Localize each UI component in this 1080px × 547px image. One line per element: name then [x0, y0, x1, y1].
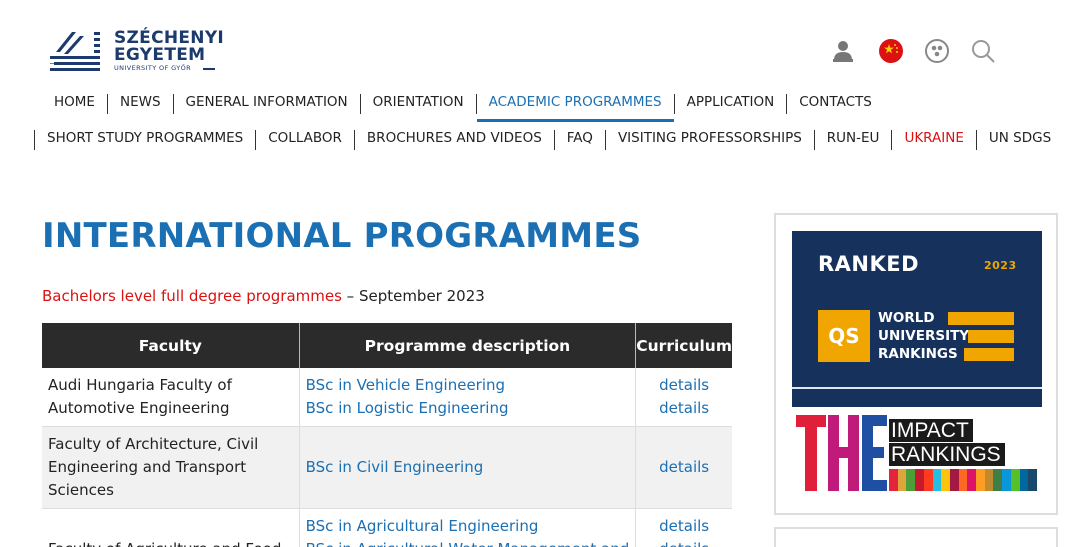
qs-year: 2023 [984, 259, 1017, 272]
nav-un-sdgs[interactable]: UN SDGS [975, 130, 1063, 150]
bachelors-programmes-link[interactable]: Bachelors level full degree programmes [42, 287, 342, 305]
logo-mark-icon [50, 32, 100, 71]
logo-wordmark: SZÉCHENYI EGYETEM [114, 30, 224, 64]
table-row: Faculty of Agriculture and Food BSc in A… [42, 508, 732, 547]
table-row: Faculty of Architecture, Civil Engineeri… [42, 426, 732, 509]
qs-line-rankings: RANKINGS [878, 346, 958, 362]
programme-link[interactable]: BSc in Agricultural Water Management and [306, 538, 630, 547]
secondary-nav: SHORT STUDY PROGRAMMES COLLABOR BROCHURE… [34, 130, 1063, 150]
details-link[interactable]: details [642, 538, 726, 547]
logo-line2: EGYETEM [114, 45, 206, 65]
programme-subtitle: Bachelors level full degree programmes –… [42, 287, 485, 305]
faculty-cell: Faculty of Architecture, Civil Engineeri… [42, 426, 300, 509]
details-link[interactable]: details [642, 456, 726, 479]
programme-cell: BSc in Vehicle Engineering BSc in Logist… [299, 368, 637, 427]
qs-ranked-label: RANKED [818, 252, 920, 276]
nav-general-information[interactable]: GENERAL INFORMATION [172, 94, 360, 114]
sdg-color-strip [889, 469, 1037, 491]
the-impact-label: IMPACT [889, 419, 973, 442]
page-title: INTERNATIONAL PROGRAMMES [42, 216, 642, 256]
nav-home[interactable]: HOME [42, 94, 107, 114]
rankings-sidebar: RANKED 2023 QS WORLD UNIVERSITY RANKINGS… [774, 213, 1058, 515]
nav-short-study-programmes[interactable]: SHORT STUDY PROGRAMMES [34, 130, 255, 150]
details-link[interactable]: details [642, 397, 726, 420]
the-impact-rankings-badge[interactable]: IMPACT RANKINGS [796, 413, 1040, 499]
university-logo[interactable]: SZÉCHENYI EGYETEM UNIVERSITY OF GYŐR [50, 28, 240, 76]
chinese-flag-icon[interactable] [878, 38, 904, 64]
the-rankings-label: RANKINGS [889, 443, 1005, 466]
programme-cell: BSc in Agricultural Engineering BSc in A… [299, 508, 637, 547]
qs-logo: QS [818, 310, 870, 362]
faculty-cell: Faculty of Agriculture and Food [42, 508, 300, 547]
programme-link[interactable]: BSc in Civil Engineering [306, 456, 630, 479]
details-link[interactable]: details [642, 515, 726, 538]
qs-bar-2 [968, 330, 1014, 343]
header-faculty: Faculty [42, 323, 300, 368]
the-letters-logo [796, 415, 887, 491]
programme-link[interactable]: BSc in Logistic Engineering [306, 397, 630, 420]
curriculum-cell: details [635, 426, 732, 509]
logo-subtitle: UNIVERSITY OF GYŐR [114, 64, 192, 72]
nav-collabor[interactable]: COLLABOR [255, 130, 354, 150]
nav-orientation[interactable]: ORIENTATION [359, 94, 476, 114]
qs-ranking-badge[interactable]: RANKED 2023 QS WORLD UNIVERSITY RANKINGS [792, 231, 1042, 407]
qs-line-university: UNIVERSITY [878, 328, 970, 344]
curriculum-cell: details details [635, 508, 732, 547]
nav-academic-programmes[interactable]: ACADEMIC PROGRAMMES [475, 94, 674, 122]
nav-contacts[interactable]: CONTACTS [786, 94, 884, 114]
subtitle-date: – September 2023 [341, 287, 485, 305]
nav-brochures-and-videos[interactable]: BROCHURES AND VIDEOS [353, 130, 554, 150]
nav-application[interactable]: APPLICATION [673, 94, 787, 114]
nav-visiting-professorships[interactable]: VISITING PROFESSORSHIPS [604, 130, 814, 150]
programmes-table: Faculty Programme description Curriculum… [42, 323, 732, 547]
nav-run-eu[interactable]: RUN-EU [813, 130, 892, 150]
header-programme-description: Programme description [299, 323, 637, 368]
programme-link[interactable]: BSc in Agricultural Engineering [306, 515, 630, 538]
qs-bar-3 [964, 348, 1014, 361]
search-icon[interactable] [970, 38, 996, 64]
programme-cell: BSc in Civil Engineering [299, 426, 637, 509]
primary-nav: HOME NEWS GENERAL INFORMATION ORIENTATIO… [42, 94, 884, 122]
details-link[interactable]: details [642, 374, 726, 397]
faculty-cell: Audi Hungaria Faculty of Automotive Engi… [42, 368, 300, 427]
programme-link[interactable]: BSc in Vehicle Engineering [306, 374, 630, 397]
sidebar-second-box [774, 527, 1058, 547]
nav-news[interactable]: NEWS [106, 94, 173, 114]
logo-underline [203, 68, 215, 70]
header-curriculum: Curriculum [635, 323, 732, 368]
table-header-row: Faculty Programme description Curriculum [42, 323, 732, 368]
nav-faq[interactable]: FAQ [553, 130, 605, 150]
qs-divider [792, 387, 1042, 389]
curriculum-cell: details details [635, 368, 732, 427]
nav-ukraine[interactable]: UKRAINE [891, 130, 975, 150]
user-icon[interactable] [830, 38, 856, 64]
accessibility-icon[interactable] [924, 38, 950, 64]
qs-bar-1 [948, 312, 1014, 325]
table-row: Audi Hungaria Faculty of Automotive Engi… [42, 368, 732, 427]
